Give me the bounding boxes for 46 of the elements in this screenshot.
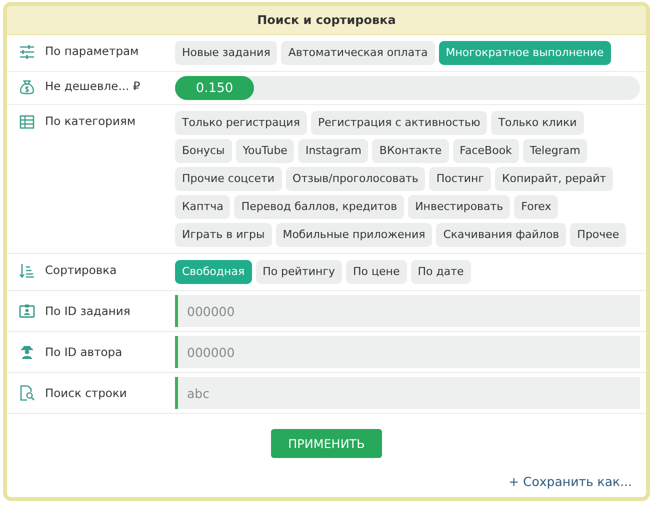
filter-chip[interactable]: По цене — [346, 260, 407, 284]
filter-chip[interactable]: Регистрация с активностью — [310, 111, 488, 135]
document-search-icon — [19, 385, 35, 401]
filter-chip[interactable]: Перевод баллов, кредитов — [234, 195, 404, 219]
filter-chip[interactable]: YouTube — [236, 139, 294, 163]
filter-chip[interactable]: Прочие соцсети — [175, 167, 282, 191]
filter-chip[interactable]: Инвестировать — [408, 195, 510, 219]
filter-label: По ID задания — [45, 304, 130, 318]
filter-label: По категориям — [45, 114, 136, 128]
filter-chip[interactable]: Telegram — [522, 139, 588, 163]
filter-chip[interactable]: Прочее — [570, 223, 626, 247]
filter-chip[interactable]: Постинг — [429, 167, 491, 191]
filter-chip[interactable]: По дате — [410, 260, 471, 284]
sliders-icon — [19, 44, 35, 60]
filter-label: Поиск строки — [45, 386, 127, 400]
slider-value: 0.150 — [196, 80, 234, 96]
filter-chip[interactable]: По рейтингу — [256, 260, 342, 284]
filter-chip[interactable]: Автоматическая оплата — [281, 41, 435, 65]
save-as-link[interactable]: + Сохранить как... — [508, 474, 632, 489]
person-icon — [19, 344, 35, 360]
filter-chip[interactable]: Только регистрация — [175, 111, 307, 135]
filter-chip[interactable]: Играть в игры — [175, 223, 272, 247]
filter-chip[interactable]: FaceBook — [452, 139, 519, 163]
filter-chip[interactable]: Отзыв/проголосовать — [286, 167, 426, 191]
filter-chip[interactable]: Каптча — [175, 195, 230, 219]
panel-title: Поиск и сортировка — [257, 13, 396, 27]
filter-chip[interactable]: Новые задания — [175, 41, 278, 65]
filter-label: По ID автора — [45, 345, 122, 359]
filter-chip[interactable]: ВКонтакте — [372, 139, 449, 163]
filter-label: По параметрам — [45, 44, 139, 58]
id-card-icon — [19, 303, 35, 319]
input-field[interactable]: abc — [175, 377, 640, 409]
input-field[interactable]: 000000 — [175, 336, 640, 368]
filter-chip[interactable]: Мобильные приложения — [276, 223, 432, 247]
table-icon — [19, 114, 35, 130]
filter-chip[interactable]: Бонусы — [175, 139, 232, 163]
money-bag-icon — [19, 79, 35, 95]
filter-chip[interactable]: Копирайт, рерайт — [494, 167, 614, 191]
filter-chip[interactable]: Только клики — [491, 111, 584, 135]
input-field[interactable]: 000000 — [175, 295, 640, 327]
filter-chip[interactable]: Forex — [514, 195, 558, 219]
filter-label: Не дешевле... ₽ — [45, 79, 140, 93]
filter-chip[interactable]: Скачивания файлов — [436, 223, 566, 247]
sort-icon — [19, 263, 35, 279]
filter-label: Сортировка — [45, 263, 117, 277]
filter-chip[interactable]: Instagram — [298, 139, 368, 163]
